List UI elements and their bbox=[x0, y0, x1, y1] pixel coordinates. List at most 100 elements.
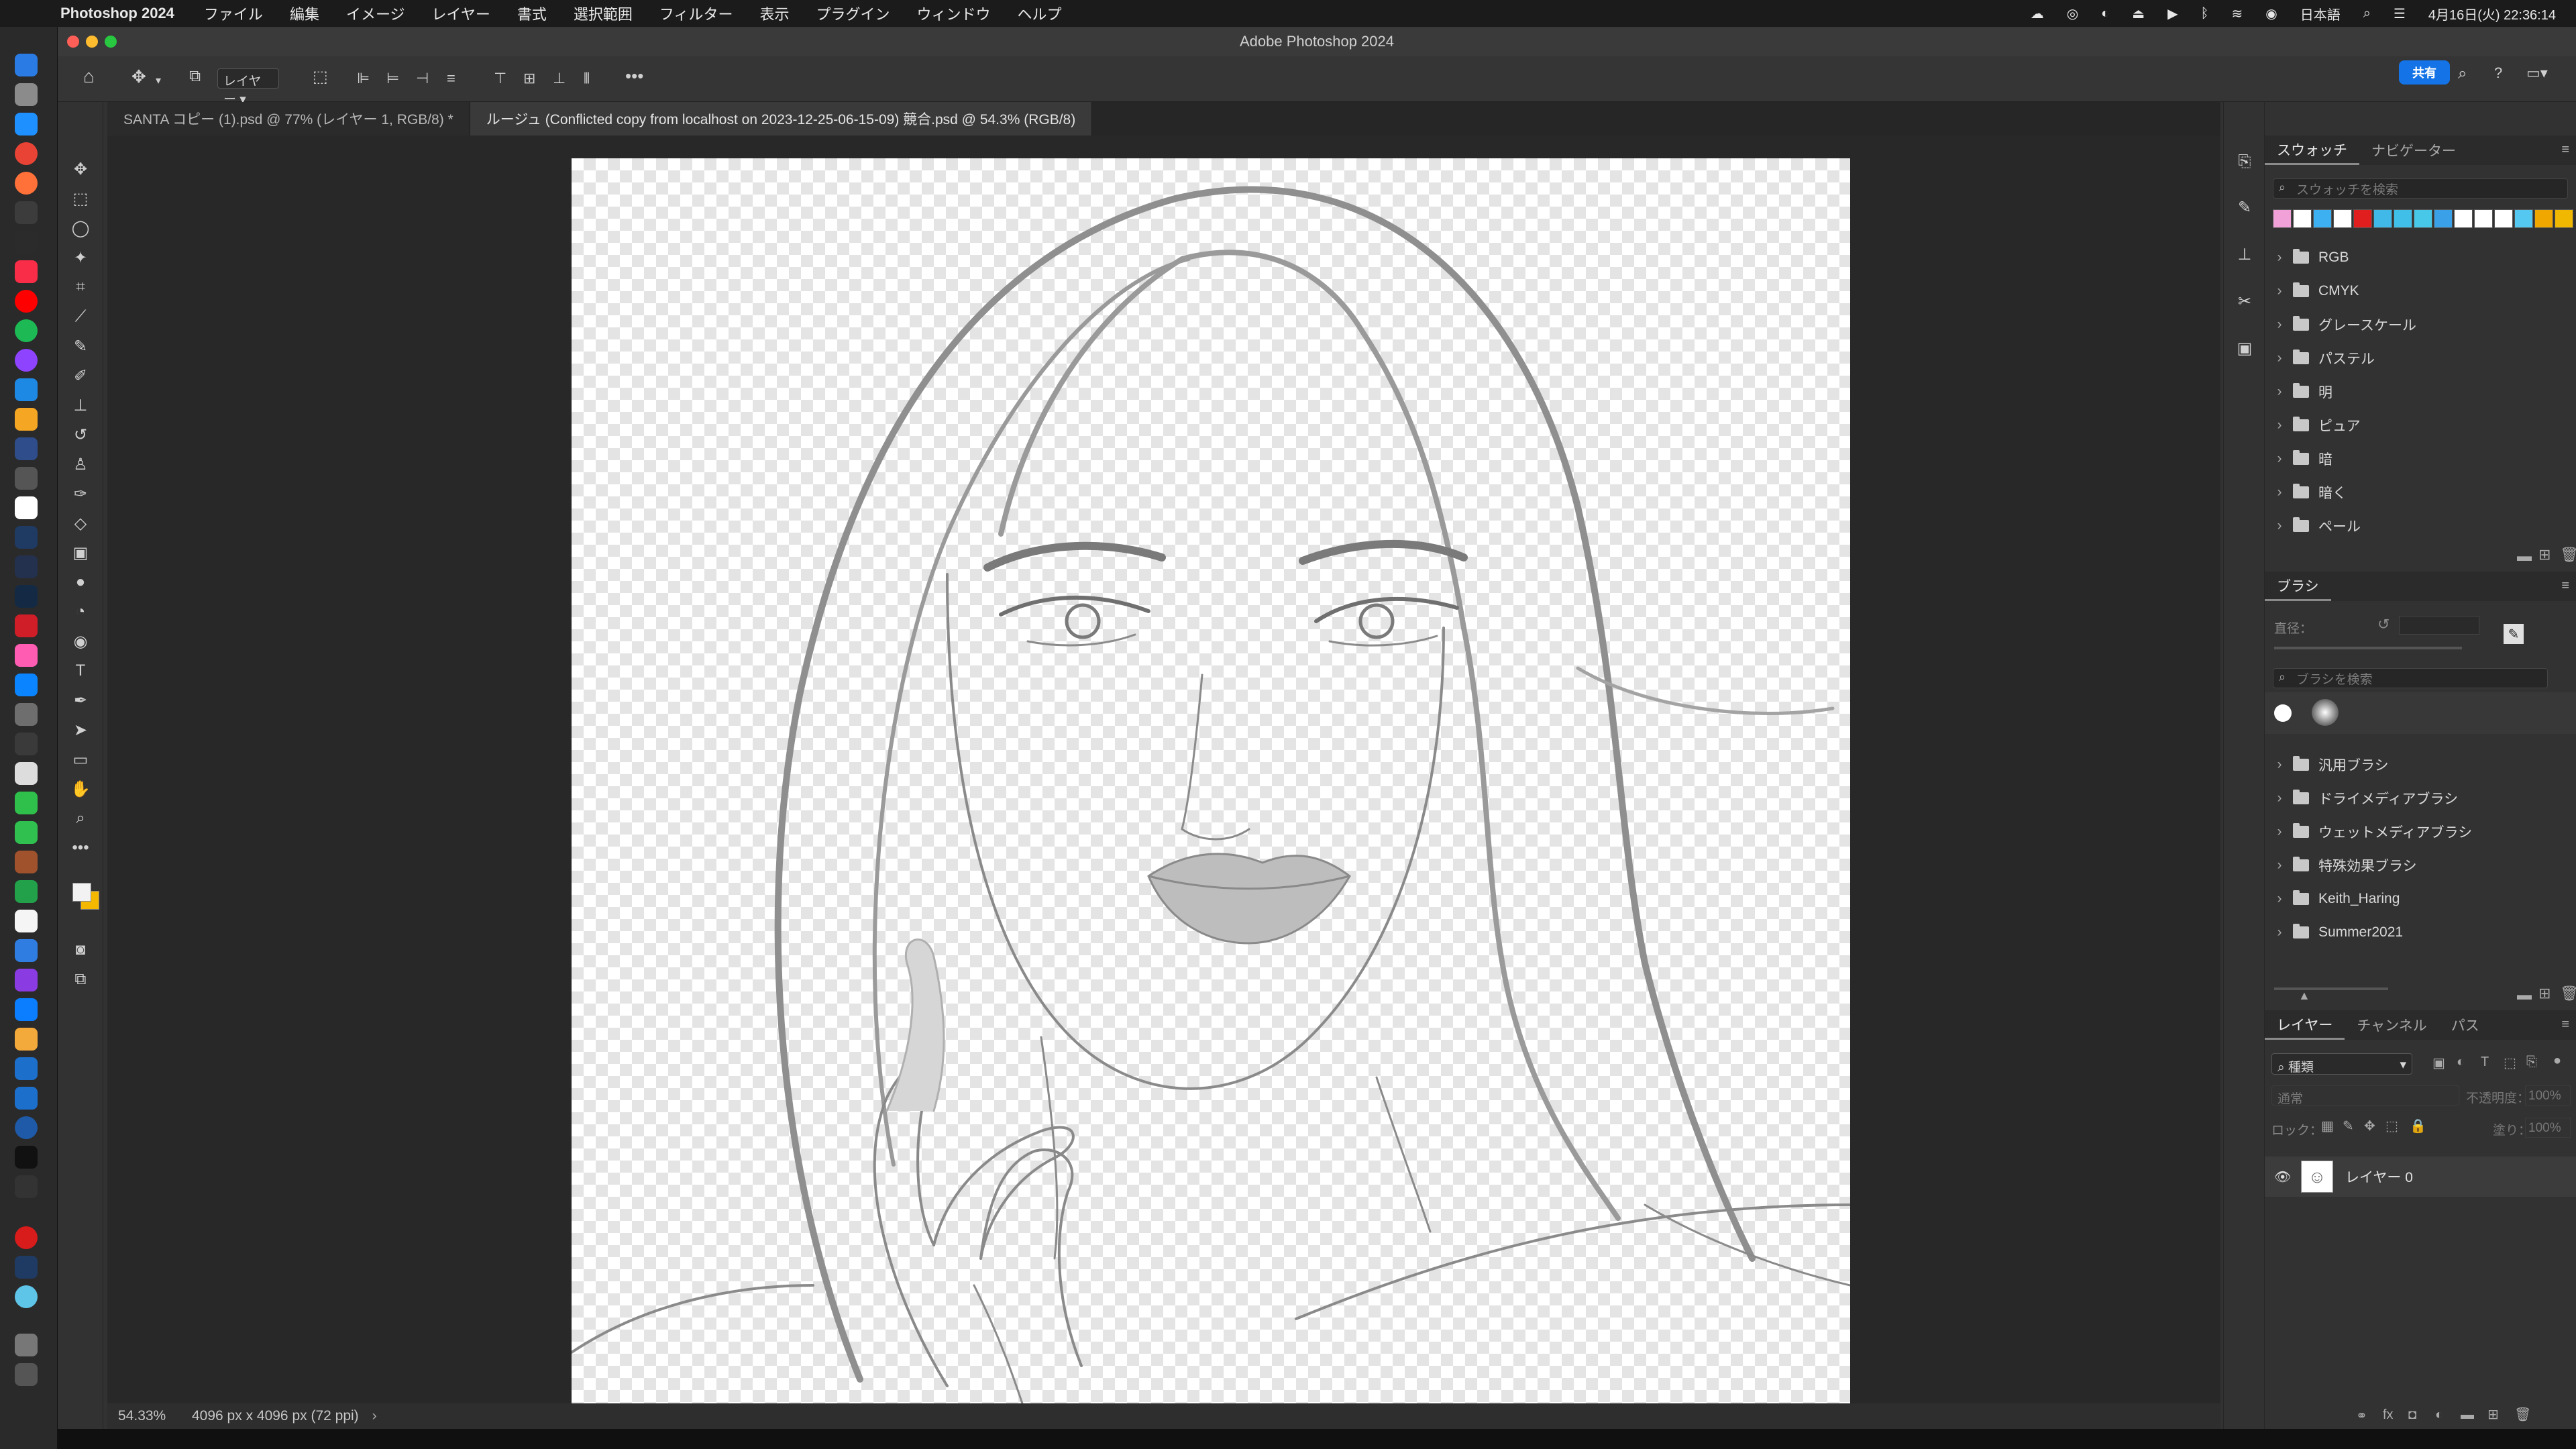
chevron-down-icon[interactable]: ▾ bbox=[156, 74, 161, 87]
clock[interactable]: 4月16日(火) 22:36:14 bbox=[2428, 4, 2556, 23]
history-brush-tool-icon[interactable]: ↺ bbox=[70, 424, 91, 445]
clone-source-panel-icon[interactable]: ⊥ bbox=[2235, 244, 2255, 264]
magic-wand-tool-icon[interactable]: ✦ bbox=[70, 247, 91, 268]
messages-icon[interactable] bbox=[15, 792, 38, 814]
gradient-tool-icon[interactable]: ▣ bbox=[70, 542, 91, 564]
app-icon-6[interactable] bbox=[15, 1087, 38, 1110]
chevron-right-icon[interactable]: › bbox=[2270, 451, 2289, 467]
tab-brushes[interactable]: ブラシ bbox=[2265, 572, 2331, 601]
zoom-level[interactable]: 54.33% bbox=[118, 1408, 192, 1424]
lock-position-icon[interactable]: ✥ bbox=[2364, 1118, 2375, 1134]
document-canvas[interactable] bbox=[572, 158, 1850, 1419]
chrome-icon[interactable] bbox=[15, 142, 38, 165]
brush-group-row[interactable]: › 特殊効果ブラシ bbox=[2265, 851, 2576, 880]
color-swatch[interactable] bbox=[2474, 209, 2493, 228]
brush-search-input[interactable]: ⌕ ブラシを検索 bbox=[2273, 668, 2548, 688]
color-swatch[interactable] bbox=[2494, 209, 2513, 228]
rectangle-tool-icon[interactable]: ▭ bbox=[70, 749, 91, 770]
brush-tool-icon[interactable]: ✐ bbox=[70, 365, 91, 386]
swatches-group-row[interactable]: › ピュア bbox=[2265, 411, 2576, 440]
move-tool-icon[interactable]: ✥ bbox=[70, 158, 91, 180]
crop-tool-icon[interactable]: ⌗ bbox=[70, 276, 91, 298]
chevron-right-icon[interactable]: › bbox=[2270, 518, 2289, 534]
app-icon-3[interactable] bbox=[15, 851, 38, 873]
reset-icon[interactable]: ↺ bbox=[2377, 616, 2390, 633]
color-swatch[interactable] bbox=[2414, 209, 2432, 228]
new-layer-icon[interactable]: ⊞ bbox=[2487, 1406, 2499, 1423]
calendar-icon[interactable] bbox=[15, 496, 38, 519]
menu-view[interactable]: 表示 bbox=[759, 3, 789, 24]
color-swatch[interactable] bbox=[2434, 209, 2453, 228]
control-center-icon[interactable]: ☰ bbox=[2394, 5, 2406, 22]
menu-image[interactable]: イメージ bbox=[346, 3, 405, 24]
move-tool-preset-icon[interactable]: ✥ bbox=[131, 66, 146, 87]
link-layers-icon[interactable]: ⚭ bbox=[2356, 1407, 2367, 1424]
tab-layers[interactable]: レイヤー bbox=[2265, 1010, 2345, 1040]
doc-tab-rouge[interactable]: ルージュ (Conflicted copy from localhost on … bbox=[470, 102, 1093, 136]
dodge-tool-icon[interactable]: ◔ bbox=[70, 601, 91, 623]
color-swatch[interactable] bbox=[2373, 209, 2392, 228]
app-menu[interactable]: Photoshop 2024 bbox=[60, 5, 174, 22]
brush-group-row[interactable]: › Summer2021 bbox=[2265, 918, 2576, 947]
align-middle-icon[interactable]: ⊞ bbox=[523, 70, 535, 87]
color-swatch[interactable] bbox=[2514, 209, 2533, 228]
audition-icon[interactable] bbox=[15, 585, 38, 608]
chevron-right-icon[interactable]: › bbox=[2270, 417, 2289, 433]
menu-help[interactable]: ヘルプ bbox=[1018, 3, 1062, 24]
brush-group-row[interactable]: › ウェットメディアブラシ bbox=[2265, 817, 2576, 847]
app-icon-2[interactable] bbox=[15, 644, 38, 667]
brush-group-row[interactable]: › Keith_Haring bbox=[2265, 884, 2576, 914]
new-group-icon[interactable]: ▬ bbox=[2517, 547, 2532, 565]
zoom-tool-icon[interactable]: ⌕ bbox=[70, 808, 91, 829]
layer-name[interactable]: レイヤー 0 bbox=[2345, 1167, 2413, 1187]
align-right-icon[interactable]: ⊣ bbox=[416, 70, 429, 87]
menu-edit[interactable]: 編集 bbox=[290, 3, 319, 24]
panel-menu-icon[interactable]: ≡ bbox=[2561, 578, 2569, 594]
filter-shape-icon[interactable]: ⬚ bbox=[2504, 1055, 2516, 1071]
mail-icon[interactable] bbox=[15, 378, 38, 401]
chevron-right-icon[interactable]: › bbox=[2270, 484, 2289, 500]
align-bottom-icon[interactable]: ⊥ bbox=[553, 70, 566, 87]
opera-icon[interactable] bbox=[15, 1226, 38, 1249]
minimize-window-button[interactable] bbox=[86, 36, 98, 48]
tab-navigator[interactable]: ナビゲーター bbox=[2359, 136, 2468, 165]
lock-artboard-icon[interactable]: ⬚ bbox=[2385, 1118, 2398, 1134]
new-swatch-icon[interactable]: ⊞ bbox=[2538, 546, 2551, 564]
pen-tool-icon[interactable]: ✒ bbox=[70, 690, 91, 711]
menu-type[interactable]: 書式 bbox=[517, 3, 547, 24]
lock-transparent-icon[interactable]: ▦ bbox=[2321, 1118, 2334, 1134]
swatches-group-row[interactable]: › ペール bbox=[2265, 511, 2576, 541]
input-method-indicator[interactable]: 日本語 bbox=[2300, 4, 2341, 23]
launchpad-icon[interactable] bbox=[15, 83, 38, 106]
menu-file[interactable]: ファイル bbox=[204, 3, 263, 24]
swatches-group-row[interactable]: › パステル bbox=[2265, 343, 2576, 373]
doc-tab-santa[interactable]: SANTA コピー (1).psd @ 77% (レイヤー 1, RGB/8) … bbox=[107, 102, 470, 136]
sponge-tool-icon[interactable]: ◉ bbox=[70, 631, 91, 652]
menu-layer[interactable]: レイヤー bbox=[432, 3, 490, 24]
color-swatch[interactable] bbox=[2333, 209, 2352, 228]
blur-tool-icon[interactable]: ● bbox=[70, 572, 91, 593]
clone-stamp-tool-icon[interactable]: ⊥ bbox=[70, 394, 91, 416]
type-tool-icon[interactable]: T bbox=[70, 660, 91, 682]
chevron-right-icon[interactable]: › bbox=[2270, 283, 2289, 299]
chevron-right-icon[interactable]: › bbox=[2270, 757, 2289, 773]
downloads-stack-icon[interactable] bbox=[15, 1334, 38, 1356]
facetime-icon[interactable] bbox=[15, 821, 38, 844]
app-store-icon[interactable] bbox=[15, 674, 38, 696]
sync-icon[interactable]: ◎ bbox=[2067, 5, 2078, 22]
opacity-field[interactable]: 100% bbox=[2525, 1085, 2571, 1106]
swatch-search-input[interactable]: ⌕ スウォッチを検索 bbox=[2273, 178, 2568, 199]
auto-select-icon[interactable]: ⧉ bbox=[189, 67, 201, 86]
app-icon[interactable] bbox=[15, 437, 38, 460]
wifi-icon[interactable]: ≋ bbox=[2232, 5, 2243, 22]
new-brush-preset-icon[interactable]: ⊞ bbox=[2538, 985, 2551, 1002]
app-icon-4[interactable] bbox=[15, 969, 38, 991]
new-brush-icon[interactable]: ✎ bbox=[2504, 624, 2524, 644]
focus-icon[interactable]: ◐ bbox=[2101, 6, 2109, 21]
layer-filter-kind-dropdown[interactable]: ⌕ 種類 ▾ bbox=[2271, 1053, 2412, 1075]
history-panel-icon[interactable]: ⎘ bbox=[2235, 152, 2255, 172]
tab-paths[interactable]: パス bbox=[2439, 1010, 2491, 1040]
wordpress-icon[interactable] bbox=[15, 1116, 38, 1139]
photos-icon[interactable] bbox=[15, 201, 38, 224]
swatches-group-row[interactable]: › グレースケール bbox=[2265, 310, 2576, 339]
